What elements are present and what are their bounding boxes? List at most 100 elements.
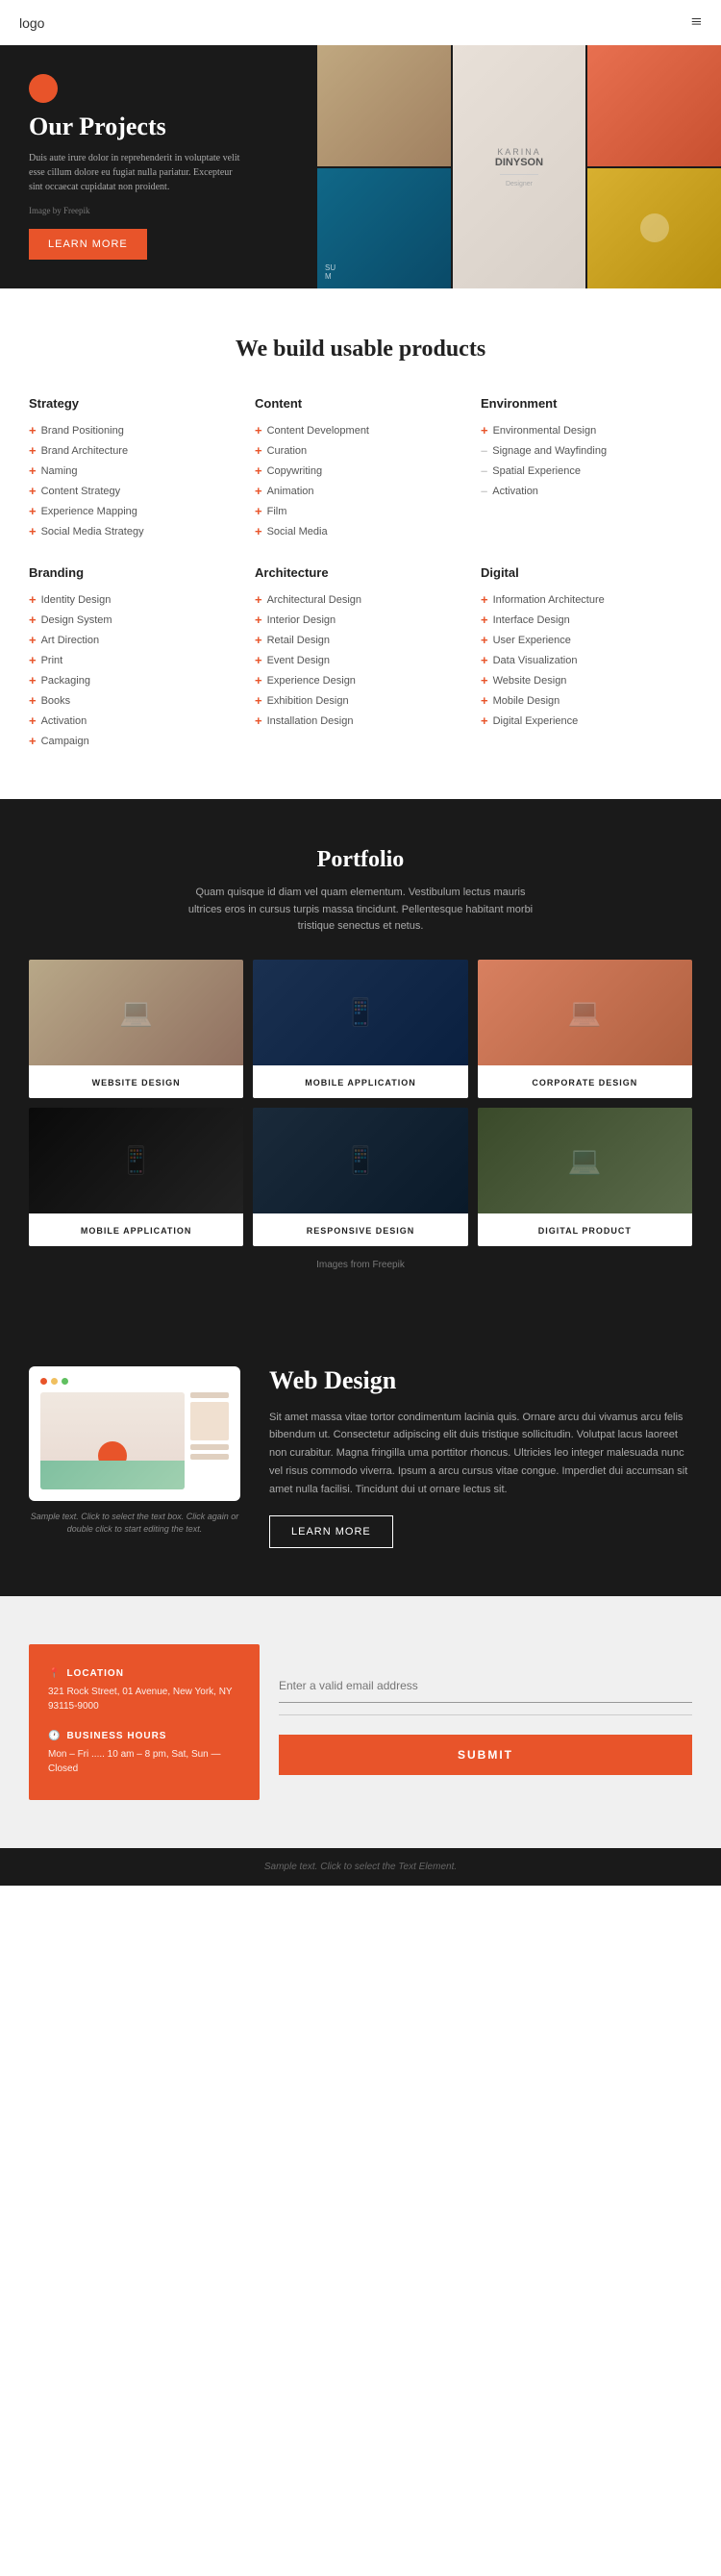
services-item-2-3: –Activation [481,481,692,501]
portfolio-grid: 💻WEBSITE DESIGN 📱 MOBILE APPLICATION 💻 CORPO… [29,960,692,1246]
services-item-4-4: +Experience Design [255,670,466,690]
services-item-4-0: +Architectural Design [255,589,466,610]
form-divider [279,1714,692,1715]
portfolio-item-2[interactable]: 💻 CORPORATE DESIGN [478,960,692,1098]
services-item-0-0: +Brand Positioning [29,420,240,440]
portfolio-label-3: MOBILE APPLICATION [29,1213,243,1246]
footer: Sample text. Click to select the Text El… [0,1848,721,1886]
mockup-dots [40,1378,229,1385]
email-input[interactable] [279,1669,692,1703]
laptop-icon: 💻 [568,996,602,1029]
services-item-3-7: +Campaign [29,731,240,751]
services-col-1-heading: Content [255,396,466,411]
hero-img-3 [587,45,721,166]
portfolio-label-text-5: DIGITAL PRODUCT [538,1226,632,1236]
services-icon-0-1: + [29,443,37,458]
portfolio-img-5: 💻 [478,1108,692,1213]
portfolio-label-text-4: RESPONSIVE DESIGN [307,1226,415,1236]
services-icon-4-2: + [255,633,262,647]
services-icon-5-0: + [481,592,488,607]
services-item-5-0: +Information Architecture [481,589,692,610]
services-icon-2-0: + [481,423,488,438]
portfolio-item-4[interactable]: 📱RESPONSIVE DESIGN [253,1108,467,1246]
webdesign-content: Web Design Sit amet massa vitae tortor c… [269,1366,692,1548]
card-title: DINYSON [495,157,543,168]
mockup-bar-3 [190,1444,229,1450]
portfolio-item-1[interactable]: 📱MOBILE APPLICATION [253,960,467,1098]
footer-text: Sample text. Click to select the Text El… [19,1862,702,1872]
hero-img-4: SUM [317,168,451,289]
webdesign-mockup [29,1366,240,1501]
hero-text: Duis aute irure dolor in reprehenderit i… [29,151,240,194]
portfolio-label-4: RESPONSIVE DESIGN [253,1213,467,1246]
services-item-5-5: +Mobile Design [481,690,692,711]
services-title: We build usable products [29,337,692,363]
services-icon-1-0: + [255,423,262,438]
phone-icon: 📱 [119,1144,153,1177]
services-icon-2-3: – [481,484,487,498]
services-col-0: Strategy +Brand Positioning+Brand Archite… [29,396,240,541]
hero-img-2: KARINA DINYSON Designer [453,45,586,288]
hamburger-icon[interactable]: ≡ [691,12,702,34]
services-col-4-heading: Architecture [255,565,466,580]
services-icon-5-3: + [481,653,488,667]
services-item-4-1: +Interior Design [255,610,466,630]
services-col-1: Content+Content Development+Curation+Cop… [255,396,466,541]
services-icon-3-6: + [29,713,37,728]
services-icon-0-5: + [29,524,37,538]
services-icon-4-3: + [255,653,262,667]
services-item-1-4: +Film [255,501,466,521]
contact-info: 📍 LOCATION 321 Rock Street, 01 Avenue, N… [29,1644,260,1800]
services-icon-4-6: + [255,713,262,728]
services-icon-5-2: + [481,633,488,647]
services-item-5-1: +Interface Design [481,610,692,630]
services-icon-1-4: + [255,504,262,518]
mockup-dot-yellow [51,1378,58,1385]
hero-image-credit: Image by Freepik [29,206,240,215]
services-item-4-6: +Installation Design [255,711,466,731]
hero-images: KARINA DINYSON Designer SUM [317,45,721,288]
laptop-icon: 💻 [119,996,153,1029]
mockup-bar-1 [190,1392,229,1398]
portfolio-label-2: CORPORATE DESIGN [478,1065,692,1098]
hero-learn-more-button[interactable]: LEARN MORE [29,229,147,260]
services-item-2-2: –Spatial Experience [481,461,692,481]
services-item-0-1: +Brand Architecture [29,440,240,461]
services-icon-3-7: + [29,734,37,748]
services-icon-3-4: + [29,673,37,688]
services-item-0-5: +Social Media Strategy [29,521,240,541]
services-item-4-5: +Exhibition Design [255,690,466,711]
services-icon-4-5: + [255,693,262,708]
services-col-5-heading: Digital [481,565,692,580]
hours-text: Mon – Fri ..... 10 am – 8 pm, Sat, Sun —… [48,1747,240,1776]
location-icon: 📍 [48,1668,61,1679]
submit-button[interactable]: SUBMIT [279,1735,692,1775]
services-icon-4-0: + [255,592,262,607]
services-item-4-2: +Retail Design [255,630,466,650]
portfolio-section: Portfolio Quam quisque id diam vel quam … [0,799,721,1318]
webdesign-text: Sit amet massa vitae tortor condimentum … [269,1409,692,1498]
hero-img-1 [317,45,451,166]
services-icon-5-4: + [481,673,488,688]
mockup-body [40,1392,229,1489]
services-icon-4-4: + [255,673,262,688]
services-icon-5-6: + [481,713,488,728]
services-col-0-heading: Strategy [29,396,240,411]
services-icon-0-3: + [29,484,37,498]
services-icon-1-1: + [255,443,262,458]
webdesign-learn-more-button[interactable]: LEARN MORE [269,1515,393,1548]
services-item-5-4: +Website Design [481,670,692,690]
services-item-2-1: –Signage and Wayfinding [481,440,692,461]
services-icon-2-2: – [481,463,487,478]
services-section: We build usable products Strategy +Brand … [0,288,721,799]
portfolio-description: Quam quisque id diam vel quam elementum.… [178,885,543,936]
portfolio-item-0[interactable]: 💻WEBSITE DESIGN [29,960,243,1098]
portfolio-item-5[interactable]: 💻 DIGITAL PRODUCT [478,1108,692,1246]
hero-title: Our Projects [29,113,240,141]
webdesign-illustration: Sample text. Click to select the text bo… [29,1366,240,1537]
services-icon-5-1: + [481,613,488,627]
portfolio-item-3[interactable]: 📱 MOBILE APPLICATION [29,1108,243,1246]
webdesign-section: Sample text. Click to select the text bo… [0,1318,721,1596]
mockup-dot-red [40,1378,47,1385]
services-col-3-heading: Branding [29,565,240,580]
